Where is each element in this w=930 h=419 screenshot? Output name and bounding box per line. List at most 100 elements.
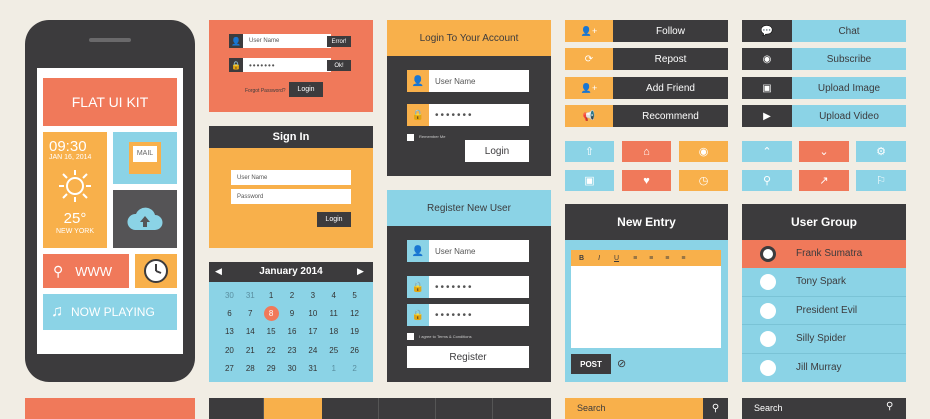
bottom-tab[interactable] bbox=[379, 398, 436, 419]
justify-icon[interactable]: ≡ bbox=[681, 255, 685, 262]
bottom-tab[interactable] bbox=[322, 398, 379, 419]
italic-button[interactable]: I bbox=[598, 255, 600, 262]
terms-checkbox[interactable] bbox=[407, 333, 414, 340]
search-bar-yellow[interactable]: Search ⚲ bbox=[565, 398, 728, 419]
align-right-icon[interactable]: ≡ bbox=[665, 255, 669, 262]
gear-icon[interactable]: ⚙ bbox=[856, 141, 906, 162]
attachment-icon[interactable]: ⊘ bbox=[617, 357, 626, 370]
calendar-day[interactable]: 31 bbox=[240, 286, 261, 304]
calendar-day[interactable]: 30 bbox=[282, 360, 303, 378]
clock-icon[interactable]: ◷ bbox=[679, 170, 728, 191]
chat-button[interactable]: 💬 Chat bbox=[742, 20, 906, 42]
compact-login-button[interactable]: Login bbox=[289, 82, 323, 97]
subscribe-button[interactable]: ◉ Subscribe bbox=[742, 48, 906, 70]
align-left-icon[interactable]: ≡ bbox=[633, 255, 637, 262]
user-row-selected[interactable]: Frank Sumatra bbox=[742, 240, 906, 268]
calendar-day[interactable]: 11 bbox=[323, 304, 344, 322]
recommend-button[interactable]: 📢 Recommend bbox=[565, 105, 728, 127]
calendar-day[interactable]: 4 bbox=[323, 286, 344, 304]
calendar-day[interactable]: 25 bbox=[323, 341, 344, 359]
cloud-upload-tile[interactable] bbox=[113, 190, 177, 248]
follow-button[interactable]: 👤+ Follow bbox=[565, 20, 728, 42]
calendar-day[interactable]: 3 bbox=[302, 286, 323, 304]
mail-tile[interactable]: MAIL bbox=[113, 132, 177, 184]
user-row[interactable]: Silly Spider bbox=[742, 324, 906, 353]
calendar-day[interactable]: 26 bbox=[344, 341, 365, 359]
entry-text-area[interactable] bbox=[571, 266, 721, 348]
weather-tile[interactable]: 09:30 JAN 16, 2014 25° NEW YORK bbox=[43, 132, 107, 248]
calendar-day[interactable]: 2 bbox=[344, 360, 365, 378]
sign-in-password-input[interactable]: Password bbox=[231, 189, 351, 204]
calendar-day[interactable]: 29 bbox=[261, 360, 282, 378]
calendar-day[interactable]: 21 bbox=[240, 341, 261, 359]
calendar-day[interactable]: 5 bbox=[344, 286, 365, 304]
account-username-input[interactable]: User Name bbox=[429, 70, 529, 92]
calendar-day[interactable]: 12 bbox=[344, 304, 365, 322]
sign-in-username-input[interactable]: User Name bbox=[231, 170, 351, 185]
camera-icon[interactable]: ▣ bbox=[565, 170, 614, 191]
calendar-day[interactable]: 20 bbox=[219, 341, 240, 359]
remember-checkbox[interactable] bbox=[407, 134, 414, 141]
chevron-down-icon[interactable]: ⌄ bbox=[799, 141, 849, 162]
calendar-day[interactable]: 23 bbox=[282, 341, 303, 359]
account-login-button[interactable]: Login bbox=[465, 140, 529, 162]
bottom-tab-active[interactable] bbox=[264, 398, 322, 419]
share-icon[interactable]: ↗ bbox=[799, 170, 849, 191]
calendar-day[interactable]: 14 bbox=[240, 323, 261, 341]
user-row[interactable]: Jill Murray bbox=[742, 353, 906, 382]
bottom-tab[interactable] bbox=[209, 398, 264, 419]
heart-icon[interactable]: ♥ bbox=[622, 170, 671, 191]
repost-button[interactable]: ⟳ Repost bbox=[565, 48, 728, 70]
search-icon[interactable]: ⚲ bbox=[703, 398, 728, 419]
register-button[interactable]: Register bbox=[407, 346, 529, 368]
upload-image-button[interactable]: ▣ Upload Image bbox=[742, 77, 906, 99]
calendar-day[interactable]: 1 bbox=[261, 286, 282, 304]
now-playing-tile[interactable]: ♫ NOW PLAYING bbox=[43, 294, 177, 330]
calendar-day[interactable]: 30 bbox=[219, 286, 240, 304]
calendar-day-selected[interactable]: 8 bbox=[263, 306, 279, 322]
calendar-day[interactable]: 1 bbox=[323, 360, 344, 378]
calendar-day[interactable]: 2 bbox=[282, 286, 303, 304]
bottom-tab[interactable] bbox=[436, 398, 493, 419]
compact-username-input[interactable]: User Name bbox=[243, 34, 331, 48]
calendar-day[interactable]: 16 bbox=[282, 323, 303, 341]
upload-video-button[interactable]: ▶ Upload Video bbox=[742, 105, 906, 127]
calendar-day[interactable]: 13 bbox=[219, 323, 240, 341]
calendar-day[interactable]: 6 bbox=[219, 304, 240, 322]
user-row[interactable]: President Evil bbox=[742, 296, 906, 324]
register-password-input[interactable]: ••••••• bbox=[429, 276, 529, 298]
calendar-day[interactable]: 19 bbox=[344, 323, 365, 341]
eye-icon[interactable]: ◉ bbox=[679, 141, 728, 162]
register-username-input[interactable]: User Name bbox=[429, 240, 529, 262]
user-row[interactable]: Tony Spark bbox=[742, 268, 906, 296]
calendar-day[interactable]: 17 bbox=[302, 323, 323, 341]
next-month-icon[interactable]: ▶ bbox=[357, 266, 364, 277]
clock-tile[interactable] bbox=[135, 254, 177, 288]
calendar-day[interactable]: 28 bbox=[240, 360, 261, 378]
search-icon[interactable]: ⚲ bbox=[742, 170, 792, 191]
calendar-day[interactable]: 15 bbox=[261, 323, 282, 341]
bold-button[interactable]: B bbox=[579, 255, 584, 262]
align-center-icon[interactable]: ≡ bbox=[649, 255, 653, 262]
add-friend-button[interactable]: 👤+ Add Friend bbox=[565, 77, 728, 99]
calendar-day[interactable]: 18 bbox=[323, 323, 344, 341]
phone-home-button[interactable] bbox=[95, 358, 125, 374]
calendar-day[interactable]: 31 bbox=[302, 360, 323, 378]
calendar-day[interactable]: 9 bbox=[282, 304, 303, 322]
account-password-input[interactable]: ••••••• bbox=[429, 104, 529, 126]
search-bar-dark[interactable]: Search ⚲ bbox=[742, 398, 906, 419]
calendar-day[interactable]: 7 bbox=[240, 304, 261, 322]
forgot-password-link[interactable]: Forgot Password? bbox=[245, 88, 286, 94]
bottom-tab[interactable] bbox=[493, 398, 551, 419]
underline-button[interactable]: U bbox=[614, 255, 619, 262]
compact-password-input[interactable]: ••••••• bbox=[243, 58, 331, 72]
calendar-day[interactable]: 10 bbox=[302, 304, 323, 322]
register-confirm-password-input[interactable]: ••••••• bbox=[429, 304, 529, 326]
search-icon[interactable]: ⚲ bbox=[886, 401, 893, 412]
sign-in-login-button[interactable]: Login bbox=[317, 212, 351, 227]
upload-icon[interactable]: ⇧ bbox=[565, 141, 614, 162]
chevron-up-icon[interactable]: ⌃ bbox=[742, 141, 792, 162]
calendar-day[interactable]: 27 bbox=[219, 360, 240, 378]
post-button[interactable]: POST bbox=[571, 354, 611, 374]
calendar-day[interactable]: 22 bbox=[261, 341, 282, 359]
